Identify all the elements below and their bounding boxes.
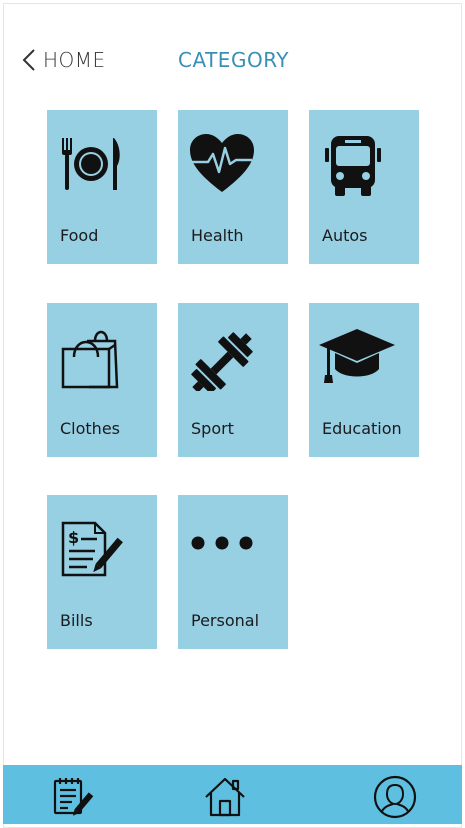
category-tile-autos[interactable]: Autos [309, 110, 419, 264]
back-button[interactable]: HOME [22, 44, 106, 76]
category-tile-food[interactable]: Food [47, 110, 157, 264]
category-tile-sport[interactable]: Sport [178, 303, 288, 457]
fork-plate-knife-icon [62, 138, 120, 190]
bus-icon [325, 136, 381, 196]
category-tile-education[interactable]: Education [309, 303, 419, 457]
nav-notes-button[interactable] [50, 775, 94, 819]
dumbbell-icon [191, 332, 253, 391]
category-label: Personal [191, 611, 260, 630]
category-label: Bills [60, 611, 93, 630]
nav-profile-button[interactable] [373, 775, 417, 819]
page-title: CATEGORY [178, 48, 290, 72]
category-label: Education [322, 419, 402, 438]
category-label: Clothes [60, 419, 120, 438]
category-label: Sport [191, 419, 234, 438]
more-dots-icon [191, 536, 253, 550]
heart-pulse-icon [190, 134, 254, 192]
category-label: Autos [322, 226, 368, 245]
notepad-pencil-icon [53, 778, 94, 816]
category-tile-personal[interactable]: Personal [178, 495, 288, 649]
user-profile-icon [373, 775, 417, 819]
category-label: Health [191, 226, 244, 245]
top-header: HOME CATEGORY [0, 44, 465, 76]
graduation-cap-icon [319, 329, 395, 383]
bottom-nav-bar [3, 765, 462, 824]
home-icon [205, 777, 245, 817]
category-tile-clothes[interactable]: Clothes [47, 303, 157, 457]
category-label: Food [60, 226, 99, 245]
nav-home-button[interactable] [203, 775, 247, 819]
invoice-pen-icon: $ [61, 521, 123, 577]
svg-text:$: $ [68, 528, 79, 547]
shopping-bags-icon [61, 330, 119, 389]
category-tile-bills[interactable]: $ Bills [47, 495, 157, 649]
chevron-left-icon [22, 49, 35, 71]
category-tile-health[interactable]: Health [178, 110, 288, 264]
back-label: HOME [43, 48, 106, 72]
